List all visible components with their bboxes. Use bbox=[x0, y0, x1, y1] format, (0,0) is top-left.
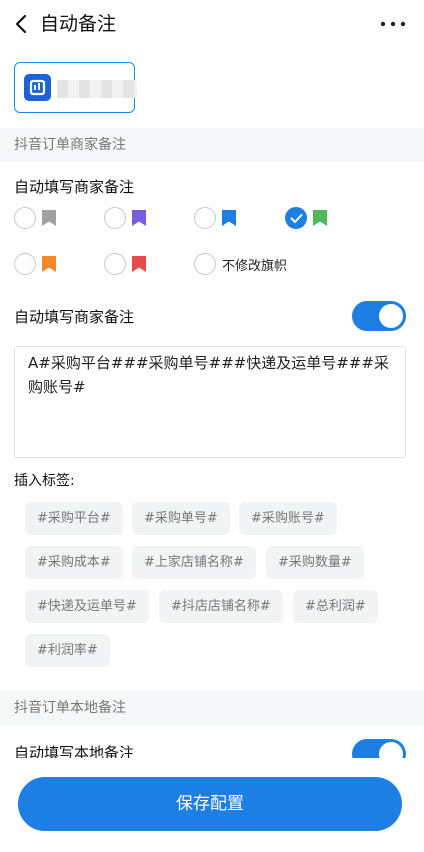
flag-option-no-change[interactable]: 不修改旗帜 bbox=[194, 253, 304, 277]
toggle-knob bbox=[379, 742, 403, 758]
radio-button[interactable] bbox=[14, 253, 36, 275]
radio-button[interactable] bbox=[14, 207, 36, 229]
flag-red-icon bbox=[132, 256, 146, 272]
back-arrow-icon[interactable] bbox=[12, 12, 32, 36]
local-note-toggle[interactable] bbox=[352, 739, 406, 758]
shop-name-blurred bbox=[57, 80, 137, 98]
flag-option-green[interactable] bbox=[285, 207, 345, 231]
flag-option-red[interactable] bbox=[104, 253, 164, 277]
douyin-shop-logo-icon bbox=[24, 74, 51, 101]
tag-chip[interactable]: #采购成本# bbox=[25, 546, 123, 579]
tag-chip[interactable]: #利润率# bbox=[25, 634, 110, 667]
shop-card[interactable] bbox=[14, 62, 137, 113]
flag-option-orange[interactable] bbox=[14, 253, 74, 277]
merchant-note-textarea[interactable]: A#采购平台###采购单号###快递及运单号###采购账号# bbox=[14, 346, 406, 458]
radio-button[interactable] bbox=[194, 207, 216, 229]
flag-green-icon bbox=[313, 210, 327, 226]
flag-gray-icon bbox=[42, 210, 56, 226]
flag-orange-icon bbox=[42, 256, 56, 272]
no-change-flag-label: 不修改旗帜 bbox=[222, 259, 288, 274]
flag-option-purple[interactable] bbox=[104, 207, 164, 231]
toggle-knob bbox=[379, 304, 403, 328]
flag-label: 自动填写商家备注 bbox=[14, 178, 135, 196]
flag-option-blue[interactable] bbox=[194, 207, 254, 231]
tag-chip[interactable]: #采购单号# bbox=[132, 502, 230, 535]
radio-button-checked[interactable] bbox=[285, 207, 307, 229]
local-note-row: 自动填写本地备注 bbox=[0, 728, 424, 758]
page-title: 自动备注 bbox=[40, 13, 117, 35]
tag-chip[interactable]: #抖店店铺名称# bbox=[159, 590, 283, 623]
save-config-button[interactable]: 保存配置 bbox=[18, 777, 402, 831]
flag-blue-icon bbox=[222, 210, 236, 226]
header: 自动备注 bbox=[0, 0, 424, 50]
radio-button[interactable] bbox=[104, 253, 126, 275]
tag-chip[interactable]: #上家店铺名称# bbox=[132, 546, 256, 579]
local-note-toggle-label: 自动填写本地备注 bbox=[14, 744, 135, 758]
section-header-local: 抖音订单本地备注 bbox=[0, 691, 424, 725]
tag-chip[interactable]: #采购数量# bbox=[266, 546, 364, 579]
flag-purple-icon bbox=[132, 210, 146, 226]
tag-chip[interactable]: #采购平台# bbox=[25, 502, 123, 535]
more-icon[interactable] bbox=[380, 20, 406, 28]
tag-chip[interactable]: #采购账号# bbox=[239, 502, 337, 535]
merchant-note-toggle-label: 自动填写商家备注 bbox=[14, 308, 135, 326]
section-header-merchant: 抖音订单商家备注 bbox=[0, 128, 424, 162]
radio-button[interactable] bbox=[104, 207, 126, 229]
radio-button[interactable] bbox=[194, 253, 216, 275]
tag-chip[interactable]: #快递及运单号# bbox=[25, 590, 149, 623]
flag-option-gray[interactable] bbox=[14, 207, 74, 231]
tag-chip[interactable]: #总利润# bbox=[293, 590, 378, 623]
insert-tags-label: 插入标签: bbox=[14, 473, 75, 489]
check-icon bbox=[290, 214, 303, 223]
merchant-note-toggle[interactable] bbox=[352, 301, 406, 331]
